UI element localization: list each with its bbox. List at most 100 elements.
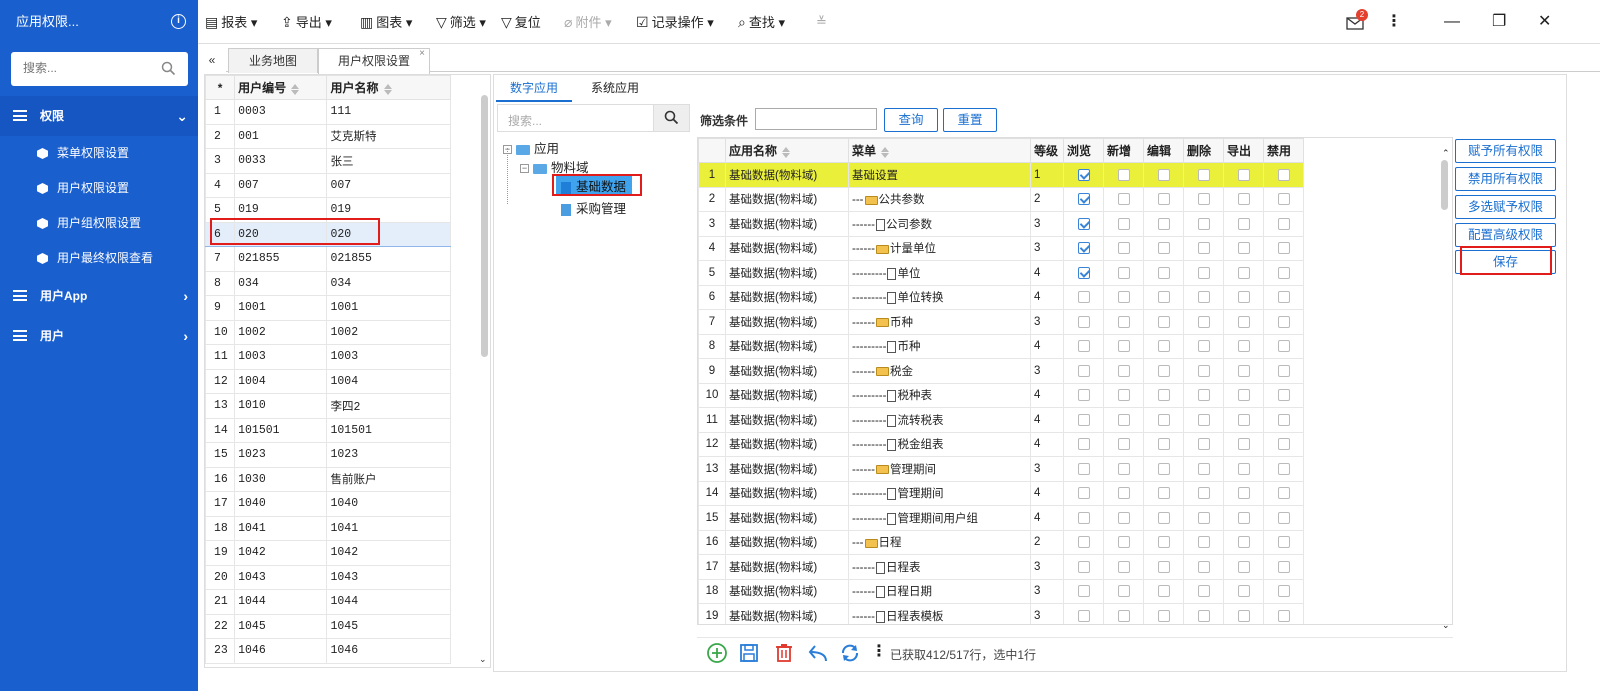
export-checkbox[interactable] [1237, 266, 1250, 279]
scroll-down-icon[interactable]: ⌄ [1442, 620, 1450, 631]
table-row[interactable]: 4 007 007 [205, 172, 451, 198]
add-checkbox[interactable] [1117, 560, 1130, 573]
table-row[interactable]: 20 1043 1043 [205, 564, 451, 590]
undo-icon[interactable] [807, 642, 829, 664]
more-options-icon[interactable]: ⋮ [871, 641, 887, 661]
delete-checkbox[interactable] [1197, 389, 1210, 402]
table-row[interactable]: 7 基础数据(物料域) ------ 币种 3 [698, 309, 1304, 335]
table-row[interactable]: 10 1002 1002 [205, 319, 451, 345]
table-row[interactable]: 18 基础数据(物料域) ------ 日程日期 3 [698, 578, 1304, 604]
export-checkbox[interactable] [1237, 193, 1250, 206]
export-checkbox[interactable] [1237, 487, 1250, 500]
sidebar-item-usergroup-permissions[interactable]: 用户组权限设置 [0, 206, 198, 241]
add-checkbox[interactable] [1117, 389, 1130, 402]
table-row[interactable]: 3 基础数据(物料域) ------ 公司参数 3 [698, 211, 1304, 237]
add-checkbox[interactable] [1117, 291, 1130, 304]
column-header-add[interactable]: 新增 [1103, 138, 1144, 163]
export-checkbox[interactable] [1237, 242, 1250, 255]
sidebar-search-input[interactable] [23, 52, 163, 84]
disable-checkbox[interactable] [1277, 193, 1290, 206]
save-icon[interactable] [738, 642, 760, 664]
add-checkbox[interactable] [1117, 193, 1130, 206]
export-checkbox[interactable] [1237, 364, 1250, 377]
disable-checkbox[interactable] [1277, 266, 1290, 279]
multi-grant-button[interactable]: 多选赋予权限 [1455, 195, 1556, 219]
add-checkbox[interactable] [1117, 413, 1130, 426]
column-header-export[interactable]: 导出 [1223, 138, 1264, 163]
delete-checkbox[interactable] [1197, 511, 1210, 524]
disable-checkbox[interactable] [1277, 315, 1290, 328]
export-checkbox[interactable] [1237, 217, 1250, 230]
delete-checkbox[interactable] [1197, 364, 1210, 377]
disable-checkbox[interactable] [1277, 340, 1290, 353]
add-checkbox[interactable] [1117, 242, 1130, 255]
delete-checkbox[interactable] [1197, 462, 1210, 475]
add-checkbox[interactable] [1117, 168, 1130, 181]
tab-business-map[interactable]: 业务地图 [228, 48, 318, 73]
table-row[interactable]: 17 基础数据(物料域) ------ 日程表 3 [698, 554, 1304, 580]
disable-checkbox[interactable] [1277, 511, 1290, 524]
notification-button[interactable]: 2 [1346, 0, 1368, 44]
browse-checkbox[interactable] [1077, 560, 1090, 573]
export-checkbox[interactable] [1237, 315, 1250, 328]
delete-checkbox[interactable] [1197, 560, 1210, 573]
edit-checkbox[interactable] [1157, 462, 1170, 475]
refresh-icon[interactable] [839, 642, 861, 664]
table-row[interactable]: 12 1004 1004 [205, 368, 451, 394]
reset-filter-button[interactable]: 重置 [943, 108, 997, 132]
add-checkbox[interactable] [1117, 487, 1130, 500]
delete-checkbox[interactable] [1197, 340, 1210, 353]
delete-checkbox[interactable] [1197, 609, 1210, 622]
table-row[interactable]: 13 基础数据(物料域) ------ 管理期间 3 [698, 456, 1304, 482]
add-circle-icon[interactable] [706, 642, 728, 664]
add-checkbox[interactable] [1117, 536, 1130, 549]
info-icon[interactable]: i [171, 14, 186, 29]
edit-checkbox[interactable] [1157, 413, 1170, 426]
disable-checkbox[interactable] [1277, 585, 1290, 598]
tree-search[interactable]: 搜索... [497, 104, 690, 132]
collapse-icon[interactable]: − [520, 164, 529, 174]
table-row[interactable]: 13 1010 李四2 [205, 393, 451, 419]
column-header-browse[interactable]: 浏览 [1063, 138, 1104, 163]
column-header-menu[interactable]: 菜单 [848, 138, 1031, 163]
report-button[interactable]: ▤ 报表 ▾ [205, 0, 257, 44]
browse-checkbox[interactable] [1077, 340, 1090, 353]
table-row[interactable]: 19 1042 1042 [205, 540, 451, 566]
sidebar-item-menu-permissions[interactable]: 菜单权限设置 [0, 136, 198, 171]
browse-checkbox[interactable] [1077, 585, 1090, 598]
table-row[interactable]: 12 基础数据(物料域) --------- 税金组表 4 [698, 431, 1304, 457]
close-tab-icon[interactable]: × [419, 42, 425, 66]
disable-checkbox[interactable] [1277, 413, 1290, 426]
column-header-edit[interactable]: 编辑 [1143, 138, 1184, 163]
export-checkbox[interactable] [1237, 560, 1250, 573]
edit-checkbox[interactable] [1157, 511, 1170, 524]
chart-button[interactable]: ▥ 图表 ▾ [360, 0, 412, 44]
edit-checkbox[interactable] [1157, 585, 1170, 598]
browse-checkbox[interactable] [1077, 291, 1090, 304]
table-row[interactable]: 10 基础数据(物料域) --------- 税种表 4 [698, 382, 1304, 408]
reset-button[interactable]: ▽ 复位 [501, 0, 541, 44]
tab-user-permissions[interactable]: 用户权限设置 × [318, 48, 430, 74]
add-checkbox[interactable] [1117, 217, 1130, 230]
export-checkbox[interactable] [1237, 168, 1250, 181]
table-row[interactable]: 1 0003 111 [205, 99, 451, 125]
edit-checkbox[interactable] [1157, 168, 1170, 181]
table-row[interactable]: 2 001 艾克斯特 [205, 123, 451, 149]
table-row[interactable]: 7 021855 021855 [205, 246, 451, 272]
export-checkbox[interactable] [1237, 609, 1250, 622]
edit-checkbox[interactable] [1157, 315, 1170, 328]
delete-checkbox[interactable] [1197, 536, 1210, 549]
filter-button[interactable]: ▽ 筛选 ▾ [436, 0, 486, 44]
disable-all-button[interactable]: 禁用所有权限 [1455, 167, 1556, 191]
browse-checkbox[interactable] [1077, 609, 1090, 622]
add-checkbox[interactable] [1117, 364, 1130, 377]
close-button[interactable]: ✕ [1538, 0, 1551, 44]
export-checkbox[interactable] [1237, 340, 1250, 353]
add-checkbox[interactable] [1117, 585, 1130, 598]
tab-digital-apps[interactable]: 数字应用 [496, 76, 573, 102]
column-header-user-name[interactable]: 用户名称 [326, 75, 451, 100]
grant-all-button[interactable]: 赋予所有权限 [1455, 139, 1556, 163]
table-row[interactable]: 15 1023 1023 [205, 442, 451, 468]
add-checkbox[interactable] [1117, 462, 1130, 475]
collapse-tabs-icon[interactable]: « [198, 48, 226, 73]
